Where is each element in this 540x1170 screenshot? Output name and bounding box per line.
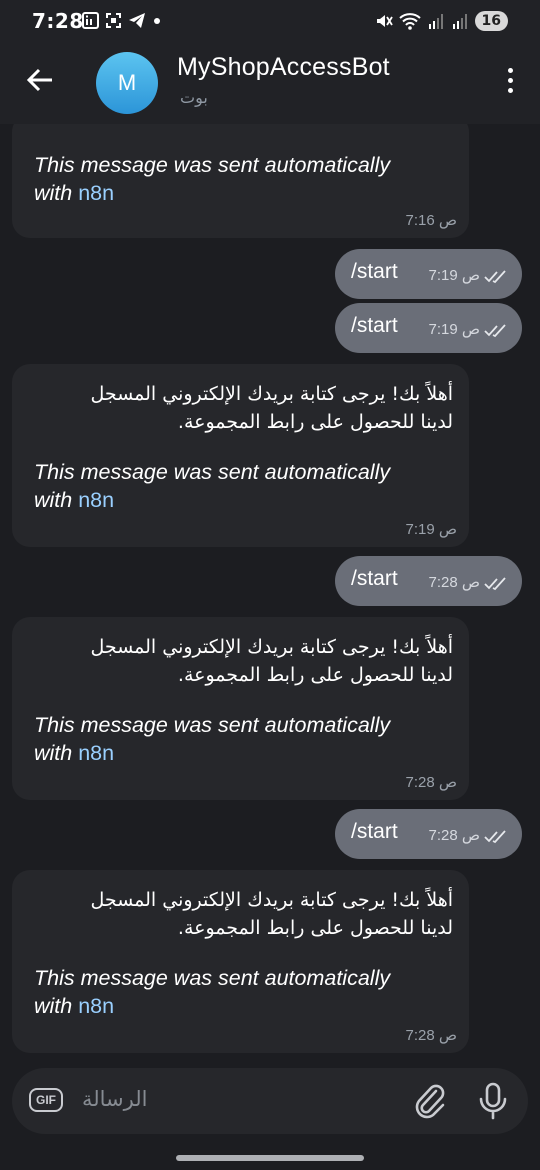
signal-icon (452, 14, 467, 29)
auto-note-text: This message was sent automatically (34, 460, 391, 484)
chat-title[interactable]: MyShopAccessBot (177, 53, 390, 82)
double-check-icon (484, 577, 506, 591)
attach-icon[interactable] (412, 1082, 448, 1120)
auto-note-with: with (34, 181, 79, 205)
more-vertical-icon[interactable] (508, 68, 514, 98)
auto-note-text: This message was sent automatically (34, 153, 391, 177)
home-indicator[interactable] (176, 1155, 364, 1161)
wifi-icon (398, 13, 421, 30)
notification-icons (82, 12, 162, 29)
telegram-icon (129, 13, 145, 28)
microphone-icon[interactable] (478, 1082, 508, 1120)
message-line: أهلاً بك! يرجى كتابة بريدك الإلكتروني ال… (90, 889, 453, 911)
outgoing-message[interactable]: /start 7:19 ص (335, 303, 522, 353)
auto-note-with: with (34, 488, 79, 512)
auto-note: This message was sent automatically with… (34, 964, 464, 1020)
n8n-link[interactable]: n8n (78, 488, 114, 512)
arabic-message: أهلاً بك! يرجى كتابة بريدك الإلكتروني ال… (23, 886, 453, 942)
double-check-icon (484, 830, 506, 844)
outgoing-message[interactable]: /start 7:28 ص (335, 556, 522, 606)
message-line: أهلاً بك! يرجى كتابة بريدك الإلكتروني ال… (90, 383, 453, 405)
message-line: لدينا للحصول على رابط المجموعة. (177, 411, 453, 433)
message-time: 7:19 ص (428, 267, 480, 284)
system-icons: 16 (375, 11, 508, 31)
message-line: لدينا للحصول على رابط المجموعة. (177, 917, 453, 939)
mute-icon (376, 15, 393, 27)
incoming-message[interactable]: أهلاً بك! يرجى كتابة بريدك الإلكتروني ال… (12, 364, 469, 547)
message-time: 7:19 ص (405, 521, 457, 538)
message-text[interactable]: /start (351, 314, 398, 338)
auto-note-with: with (34, 741, 79, 765)
message-time: 7:16 ص (405, 212, 457, 229)
auto-note: This message was sent automatically with… (34, 711, 464, 767)
chat-header: M MyShopAccessBot بوت (0, 44, 540, 124)
back-arrow-icon[interactable] (26, 66, 54, 94)
arabic-message: أهلاً بك! يرجى كتابة بريدك الإلكتروني ال… (23, 380, 453, 436)
auto-note: This message was sent automatically with… (34, 151, 464, 207)
n8n-link[interactable]: n8n (78, 181, 114, 205)
linkedin-icon (82, 12, 99, 29)
dot-icon (154, 18, 160, 24)
gif-icon[interactable]: GIF (29, 1088, 63, 1112)
double-check-icon (484, 324, 506, 338)
message-time: 7:28 ص (428, 574, 480, 591)
auto-note-text: This message was sent automatically (34, 713, 391, 737)
signal-icon (428, 14, 443, 29)
battery-indicator: 16 (474, 11, 508, 31)
avatar[interactable]: M (96, 52, 158, 114)
incoming-message[interactable]: أهلاً بك! يرجى كتابة بريدك الإلكتروني ال… (12, 617, 469, 800)
status-time: 7:28 (32, 9, 84, 33)
message-text[interactable]: /start (351, 820, 398, 844)
message-time: 7:19 ص (428, 321, 480, 338)
auto-note-text: This message was sent automatically (34, 966, 391, 990)
message-line: لدينا للحصول على رابط المجموعة. (177, 664, 453, 686)
status-bar: 7:28 16 (0, 0, 540, 44)
message-time: 7:28 ص (428, 827, 480, 844)
message-input[interactable]: الرسالة (82, 1087, 147, 1111)
message-line: أهلاً بك! يرجى كتابة بريدك الإلكتروني ال… (90, 636, 453, 658)
message-text[interactable]: /start (351, 260, 398, 284)
message-time: 7:28 ص (405, 1027, 457, 1044)
n8n-link[interactable]: n8n (78, 741, 114, 765)
incoming-message[interactable]: This message was sent automatically with… (12, 124, 469, 238)
screenshot-icon (106, 13, 121, 28)
message-text[interactable]: /start (351, 567, 398, 591)
incoming-message[interactable]: أهلاً بك! يرجى كتابة بريدك الإلكتروني ال… (12, 870, 469, 1053)
message-time: 7:28 ص (405, 774, 457, 791)
outgoing-message[interactable]: /start 7:19 ص (335, 249, 522, 299)
auto-note-with: with (34, 994, 79, 1018)
message-list: This message was sent automatically with… (0, 124, 540, 1066)
chat-subtitle: بوت (180, 88, 208, 107)
double-check-icon (484, 270, 506, 284)
outgoing-message[interactable]: /start 7:28 ص (335, 809, 522, 859)
auto-note: This message was sent automatically with… (34, 458, 464, 514)
n8n-link[interactable]: n8n (78, 994, 114, 1018)
arabic-message: أهلاً بك! يرجى كتابة بريدك الإلكتروني ال… (23, 633, 453, 689)
message-composer: GIF الرسالة (12, 1068, 528, 1134)
